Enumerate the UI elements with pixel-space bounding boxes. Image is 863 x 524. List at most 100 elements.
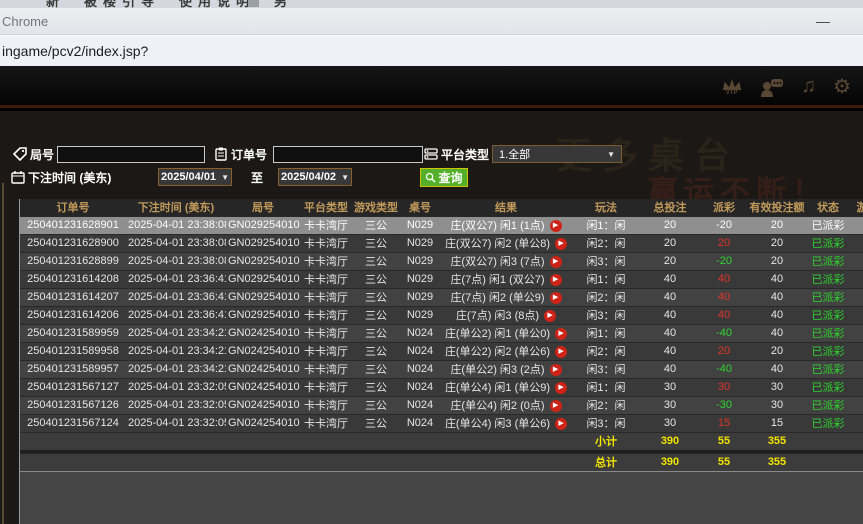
replay-button-icon[interactable]: ▶: [550, 274, 562, 286]
browser-urlbar[interactable]: ingame/pcv2/index.jsp?: [0, 35, 863, 66]
order-cell: 250401231589958: [20, 342, 126, 360]
table-no-cell: N029: [400, 216, 440, 234]
game-mode-cell: -: [850, 396, 863, 414]
status-cell: 已派彩: [806, 414, 850, 432]
replay-button-icon[interactable]: ▶: [550, 292, 562, 304]
table-header: 订单号 下注时间 (美东) 局号 平台类型 游戏类型 桌号 结果 玩法 总投注 …: [20, 199, 863, 216]
table-row[interactable]: 2504012315899572025-04-01 23:34:21GN0242…: [20, 360, 863, 378]
status-cell: 已派彩: [806, 270, 850, 288]
table-row[interactable]: 2504012315671272025-04-01 23:32:05GN0242…: [20, 378, 863, 396]
replay-button-icon[interactable]: ▶: [550, 256, 562, 268]
play-type-cell: 闲1：闲: [572, 216, 640, 234]
result-cell: 庄(单公4) 闲2 (0点)▶: [440, 396, 572, 414]
table-end-line: [20, 471, 863, 472]
col-game-mode: 游戏模式: [850, 199, 863, 216]
valid-cell: 20: [748, 342, 806, 360]
time-cell: 2025-04-01 23:36:41: [126, 288, 226, 306]
table-row[interactable]: 2504012316288992025-04-01 23:38:08GN0292…: [20, 252, 863, 270]
chat-support-icon[interactable]: [760, 77, 784, 97]
payout-cell: -30: [700, 396, 748, 414]
total-cell: 20: [640, 216, 700, 234]
valid-cell: 20: [748, 252, 806, 270]
replay-button-icon[interactable]: ▶: [555, 418, 567, 430]
table-row[interactable]: 2504012316142082025-04-01 23:36:41GN0292…: [20, 270, 863, 288]
replay-button-icon[interactable]: ▶: [550, 364, 562, 376]
game-mode-cell: -: [850, 378, 863, 396]
table-row[interactable]: 2504012315899592025-04-01 23:34:21GN0242…: [20, 324, 863, 342]
play-type-cell: 闲3：闲: [572, 306, 640, 324]
minimize-button[interactable]: —: [808, 10, 838, 32]
round-cell: GN024254010Q8: [226, 360, 300, 378]
round-input[interactable]: [57, 146, 205, 163]
order-cell: 250401231614206: [20, 306, 126, 324]
result-cell: 庄(7点) 闲3 (8点)▶: [440, 306, 572, 324]
time-cell: 2025-04-01 23:34:21: [126, 342, 226, 360]
replay-button-icon[interactable]: ▶: [555, 382, 567, 394]
result-cell: 庄(单公4) 闲1 (单公9)▶: [440, 378, 572, 396]
table-row[interactable]: 2504012315671242025-04-01 23:32:05GN0242…: [20, 414, 863, 432]
settings-gear-icon[interactable]: ⚙: [833, 74, 851, 99]
round-label: 局号: [30, 146, 54, 163]
round-cell: GN029254010QA: [226, 216, 300, 234]
replay-button-icon[interactable]: ▶: [555, 238, 567, 250]
replay-button-icon[interactable]: ▶: [550, 400, 562, 412]
table-row[interactable]: 2504012316289012025-04-01 23:38:08GN0292…: [20, 216, 863, 234]
platform-cell: 卡卡湾厅: [300, 216, 352, 234]
music-icon[interactable]: ♫: [801, 75, 816, 98]
order-cell: 250401231628901: [20, 216, 126, 234]
play-type-cell: 闲1：闲: [572, 378, 640, 396]
table-row[interactable]: 2504012316142072025-04-01 23:36:41GN0292…: [20, 288, 863, 306]
result-cell: 庄(单公2) 闲2 (单公6)▶: [440, 342, 572, 360]
platform-cell: 卡卡湾厅: [300, 396, 352, 414]
tab-separator: [248, 0, 259, 7]
col-game-type: 游戏类型: [352, 199, 400, 216]
platform-select[interactable]: 1.全部 ▼: [492, 145, 622, 163]
result-cell: 庄(单公4) 闲3 (单公6)▶: [440, 414, 572, 432]
replay-button-icon[interactable]: ▶: [550, 220, 562, 232]
payout-cell: 20: [700, 342, 748, 360]
payout-cell: 40: [700, 288, 748, 306]
valid-cell: 20: [748, 216, 806, 234]
platform-cell: 卡卡湾厅: [300, 288, 352, 306]
replay-button-icon[interactable]: ▶: [555, 328, 567, 340]
total-cell: 40: [640, 288, 700, 306]
round-cell: GN024254010Q7: [226, 378, 300, 396]
game-cell: 三公: [352, 306, 400, 324]
round-cell: GN029254010Q9: [226, 288, 300, 306]
platform-label: 平台类型: [441, 146, 489, 163]
table-row[interactable]: 2504012316142062025-04-01 23:36:41GN0292…: [20, 306, 863, 324]
table-row[interactable]: 2504012315671262025-04-01 23:32:05GN0242…: [20, 396, 863, 414]
total-cell: 20: [640, 252, 700, 270]
replay-button-icon[interactable]: ▶: [555, 346, 567, 358]
col-table-no: 桌号: [400, 199, 440, 216]
tag-icon: [13, 147, 27, 161]
totals-valid-bet: 355: [748, 453, 806, 471]
platform-cell: 卡卡湾厅: [300, 360, 352, 378]
game-cell: 三公: [352, 288, 400, 306]
play-type-cell: 闲1：闲: [572, 324, 640, 342]
table-row[interactable]: 2504012316289002025-04-01 23:38:08GN0292…: [20, 234, 863, 252]
col-valid-bet: 有效投注额: [748, 199, 806, 216]
valid-cell: 40: [748, 288, 806, 306]
order-input[interactable]: [273, 146, 423, 163]
replay-button-icon[interactable]: ▶: [544, 310, 556, 322]
table-row[interactable]: 2504012315899582025-04-01 23:34:21GN0242…: [20, 342, 863, 360]
game-cell: 三公: [352, 360, 400, 378]
time-cell: 2025-04-01 23:34:21: [126, 360, 226, 378]
totals-mode: [850, 453, 863, 471]
order-label-group: 订单号: [214, 145, 267, 163]
bet-records-table: 订单号 下注时间 (美东) 局号 平台类型 游戏类型 桌号 结果 玩法 总投注 …: [19, 199, 863, 524]
app-header: VIP ♫ ⚙: [0, 66, 863, 108]
table-no-cell: N024: [400, 396, 440, 414]
browser-titlebar: Chrome —: [0, 8, 863, 35]
bet-time-label: 下注时间 (美东): [28, 169, 111, 186]
date-from-select[interactable]: 2025/04/01 ▼: [158, 168, 232, 186]
query-button[interactable]: 查询: [420, 168, 468, 187]
platform-cell: 卡卡湾厅: [300, 252, 352, 270]
play-type-cell: 闲2：闲: [572, 342, 640, 360]
payout-cell: 30: [700, 378, 748, 396]
order-cell: 250401231628900: [20, 234, 126, 252]
vip-crown-icon[interactable]: VIP: [721, 78, 743, 96]
time-cell: 2025-04-01 23:38:08: [126, 216, 226, 234]
date-to-select[interactable]: 2025/04/02 ▼: [278, 168, 352, 186]
